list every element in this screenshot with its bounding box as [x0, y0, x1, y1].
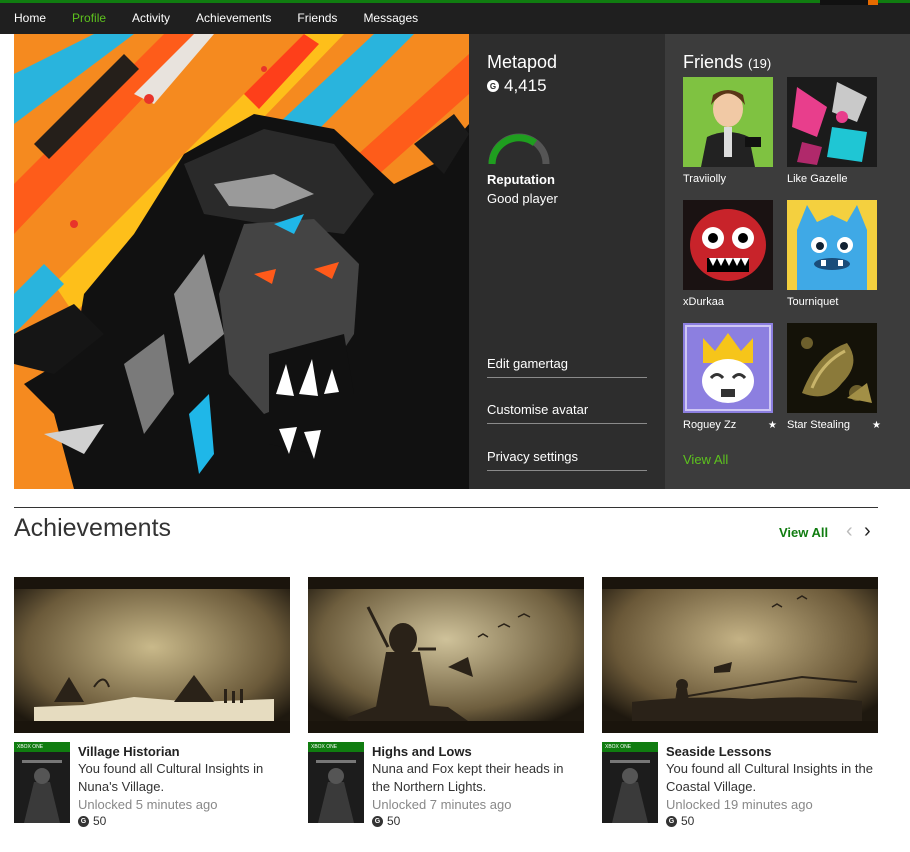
xbox-one-tag: XBOX ONE: [602, 742, 658, 752]
achievement-unlocked-time: Unlocked 5 minutes ago: [78, 797, 218, 812]
gamerscore-icon: G: [372, 815, 383, 827]
friend-tile[interactable]: Like Gazelle: [787, 77, 879, 185]
achievement-info: Village Historian You found all Cultural…: [78, 744, 290, 828]
game-boxart[interactable]: XBOX ONE: [602, 742, 658, 823]
friend-tile[interactable]: Traviiolly: [683, 77, 775, 185]
friend-tile[interactable]: Roguey Zz ★: [683, 323, 777, 431]
achievement-screenshot[interactable]: [602, 577, 878, 733]
friends-panel: Friends (19) Traviiolly Like Gazelle xDu…: [665, 34, 910, 489]
achievement-points-value: 50: [93, 814, 107, 828]
nav-menu: Home Profile Activity Achievements Frien…: [0, 3, 910, 34]
reputation-label: Reputation: [487, 172, 555, 187]
nav-achievements[interactable]: Achievements: [196, 3, 271, 34]
achievement-name[interactable]: Highs and Lows: [372, 744, 584, 759]
nav-activity[interactable]: Activity: [132, 3, 170, 34]
friend-name: Like Gazelle: [787, 173, 848, 185]
friend-avatar[interactable]: [787, 323, 877, 413]
achievement-card[interactable]: XBOX ONE Seaside Lessons You found all C…: [602, 577, 878, 847]
friend-avatar[interactable]: [787, 200, 877, 290]
friend-tile[interactable]: xDurkaa: [683, 200, 775, 308]
achievement-points-value: 50: [387, 814, 401, 828]
friend-tile[interactable]: Tourniquet: [787, 200, 879, 308]
privacy-settings-link[interactable]: Privacy settings: [487, 449, 647, 471]
game-boxart[interactable]: XBOX ONE: [308, 742, 364, 823]
gamerscore-icon: G: [666, 815, 677, 827]
achievement-description: You found all Cultural Insights in Nuna'…: [78, 761, 264, 794]
friend-avatar[interactable]: [683, 200, 773, 290]
friend-name: Star Stealing: [787, 419, 850, 431]
achievement-card[interactable]: XBOX ONE Village Historian You found all…: [14, 577, 290, 847]
friend-avatar[interactable]: [683, 323, 773, 413]
customise-avatar-link[interactable]: Customise avatar: [487, 402, 647, 424]
friend-name: Roguey Zz: [683, 419, 737, 431]
friend-avatar[interactable]: [787, 77, 877, 167]
reputation-gauge-icon: [487, 132, 551, 171]
achievement-name[interactable]: Seaside Lessons: [666, 744, 878, 759]
friend-name: Tourniquet: [787, 296, 839, 308]
achievement-points: G 50: [372, 814, 584, 828]
profile-panel: Metapod G 4,415 Reputation Good player E…: [469, 34, 665, 489]
achievement-info: Highs and Lows Nuna and Fox kept their h…: [372, 744, 584, 828]
chevron-right-icon[interactable]: ›: [864, 520, 871, 543]
nav-messages[interactable]: Messages: [363, 3, 418, 34]
favorite-star-icon: ★: [768, 420, 777, 431]
achievement-points: G 50: [666, 814, 878, 828]
achievement-points: G 50: [78, 814, 290, 828]
achievement-screenshot[interactable]: [14, 577, 290, 733]
friend-avatar[interactable]: [683, 77, 773, 167]
favorite-star-icon: ★: [872, 420, 881, 431]
profile-artwork: [14, 34, 469, 489]
top-nav-bar: Home Profile Activity Achievements Frien…: [0, 0, 910, 34]
achievement-description: You found all Cultural Insights in the C…: [666, 761, 873, 794]
gamerscore-icon: G: [78, 815, 89, 827]
edit-gamertag-link[interactable]: Edit gamertag: [487, 356, 647, 378]
nav-profile[interactable]: Profile: [72, 3, 106, 34]
chevron-left-icon[interactable]: ‹: [846, 520, 853, 543]
user-corner-tab[interactable]: [820, 0, 878, 5]
gamerscore-value: 4,415: [504, 76, 547, 95]
achievement-name[interactable]: Village Historian: [78, 744, 290, 759]
achievement-card[interactable]: XBOX ONE Highs and Lows Nuna and Fox kep…: [308, 577, 584, 847]
achievements-title: Achievements: [14, 514, 172, 542]
achievement-points-value: 50: [681, 814, 695, 828]
achievement-unlocked-time: Unlocked 7 minutes ago: [372, 797, 512, 812]
achievement-description: Nuna and Fox kept their heads in the Nor…: [372, 761, 564, 794]
achievement-screenshot[interactable]: [308, 577, 584, 733]
gamertag: Metapod: [487, 52, 558, 72]
game-boxart[interactable]: XBOX ONE: [14, 742, 70, 823]
reputation-value: Good player: [487, 191, 558, 206]
friends-title: Friends (19): [683, 52, 771, 73]
profile-hero: Metapod G 4,415 Reputation Good player E…: [14, 34, 910, 489]
section-divider: [14, 507, 878, 508]
friends-count: (19): [748, 56, 772, 71]
friend-name: xDurkaa: [683, 296, 724, 308]
gamerscore-icon: G: [487, 80, 499, 92]
friends-title-label: Friends: [683, 52, 744, 72]
achievement-unlocked-time: Unlocked 19 minutes ago: [666, 797, 813, 812]
nav-friends[interactable]: Friends: [297, 3, 337, 34]
achievement-info: Seaside Lessons You found all Cultural I…: [666, 744, 878, 828]
gamerscore: G 4,415: [487, 76, 547, 96]
friends-view-all-link[interactable]: View All: [683, 452, 728, 467]
achievements-view-all-link[interactable]: View All: [779, 525, 828, 540]
xbox-one-tag: XBOX ONE: [308, 742, 364, 752]
nav-home[interactable]: Home: [14, 3, 46, 34]
friend-tile[interactable]: Star Stealing ★: [787, 323, 881, 431]
friend-name: Traviiolly: [683, 173, 726, 185]
xbox-one-tag: XBOX ONE: [14, 742, 70, 752]
